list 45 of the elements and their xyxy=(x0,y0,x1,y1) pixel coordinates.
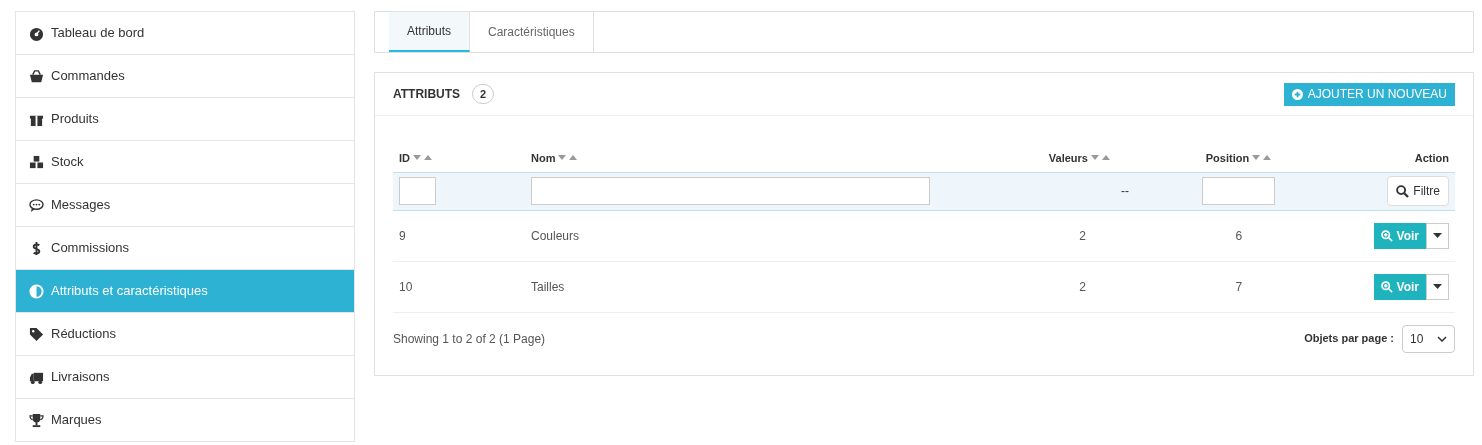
table-cell: 9 xyxy=(399,228,406,243)
table-cell: Tailles xyxy=(531,279,565,294)
per-page-value: 10 xyxy=(1410,330,1424,348)
sort-arrows-icon[interactable] xyxy=(558,154,579,161)
cubes-icon xyxy=(29,154,44,170)
column-header[interactable]: Position xyxy=(1205,149,1273,166)
column-header[interactable]: ID xyxy=(399,149,433,166)
dashboard-icon xyxy=(29,25,44,41)
speech-bubble-icon xyxy=(29,197,44,213)
zoom-in-icon xyxy=(1380,280,1393,293)
tab[interactable]: Caractéristiques xyxy=(470,12,594,52)
caret-icon xyxy=(1433,233,1442,238)
empty-filter-text: -- xyxy=(1120,184,1129,198)
table-cell: Couleurs xyxy=(531,228,580,243)
per-page-select[interactable]: 10 xyxy=(1402,324,1455,353)
filter-input[interactable] xyxy=(1202,177,1276,205)
trophy-icon xyxy=(29,412,44,428)
chevron-down-icon xyxy=(1437,335,1447,342)
column-header[interactable]: Nom xyxy=(531,149,579,166)
table-cell: 6 xyxy=(1235,228,1243,243)
tab[interactable]: Attributs xyxy=(389,12,470,52)
column-header: Action xyxy=(1414,150,1449,166)
table-cell: 2 xyxy=(1079,228,1086,243)
dropdown-toggle[interactable] xyxy=(1426,222,1449,249)
sort-arrows-icon[interactable] xyxy=(413,154,433,161)
table-cell: 10 xyxy=(399,279,413,294)
per-page-label: Objets par page : xyxy=(1304,331,1394,347)
panel-title: ATTRIBUTS xyxy=(393,86,461,103)
sort-arrows-icon[interactable] xyxy=(1090,154,1111,161)
column-header[interactable]: Valeurs xyxy=(1048,149,1111,166)
basket-icon xyxy=(29,68,44,84)
caret-icon xyxy=(1433,284,1442,289)
pagination-summary: Showing 1 to 2 of 2 (1 Page) xyxy=(393,330,546,348)
plus-circle-icon xyxy=(1291,88,1303,100)
zoom-in-icon xyxy=(1380,229,1393,242)
sort-arrows-icon[interactable] xyxy=(1252,154,1273,161)
half-circle-icon xyxy=(29,283,44,299)
filter-input[interactable] xyxy=(399,177,436,205)
filter-input[interactable] xyxy=(531,177,930,205)
tag-icon xyxy=(29,326,44,342)
dropdown-toggle[interactable] xyxy=(1426,273,1449,300)
table-cell: 7 xyxy=(1235,279,1243,294)
filter-button[interactable]: Filtre xyxy=(1387,176,1449,206)
search-icon xyxy=(1396,184,1410,198)
table-cell: 2 xyxy=(1079,279,1086,294)
